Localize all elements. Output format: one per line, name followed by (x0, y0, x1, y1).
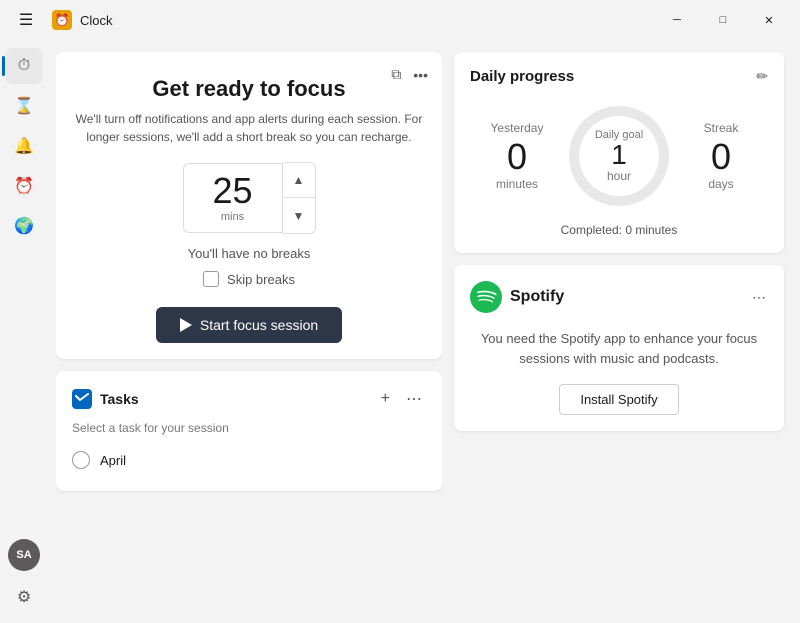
window-controls: ─ □ ✕ (654, 4, 792, 36)
timer-display: 25 mins (183, 163, 283, 233)
streak-unit: days (674, 177, 768, 191)
maximize-button[interactable]: □ (700, 4, 746, 36)
sidebar: ⏱ ⌛ 🔔 ⏰ 🌍 SA ⚙ (0, 40, 48, 623)
progress-title: Daily progress (470, 68, 574, 85)
select-task-label: Select a task for your session (72, 421, 426, 435)
content-area: ⧉ ••• Get ready to focus We'll turn off … (48, 40, 800, 623)
task-name: April (100, 453, 126, 468)
skip-breaks-checkbox[interactable] (203, 271, 219, 287)
hamburger-icon: ☰ (19, 10, 33, 30)
tasks-header: Tasks + ⋯ (72, 387, 426, 411)
install-spotify-button[interactable]: Install Spotify (559, 384, 678, 415)
timer-unit: mins (221, 211, 244, 223)
avatar[interactable]: SA (8, 539, 40, 571)
hourglass-icon: ⌛ (14, 96, 34, 116)
timer-controls: ▲ ▼ (283, 162, 316, 234)
spotify-logo (470, 281, 502, 313)
spotify-card: Spotify ⋯ You need the Spotify app to en… (454, 265, 784, 431)
start-focus-button[interactable]: Start focus session (156, 307, 342, 343)
minimize-button[interactable]: ─ (654, 4, 700, 36)
spotify-brand: Spotify (470, 281, 564, 313)
bell-icon: 🔔 (14, 136, 34, 156)
sidebar-item-hourglass[interactable]: ⌛ (6, 88, 42, 124)
pip-icon[interactable]: ⧉ (389, 64, 403, 85)
donut-center: Daily goal 1 hour (595, 129, 643, 183)
streak-value: 0 (674, 139, 768, 175)
more-icon[interactable]: ••• (411, 65, 430, 85)
streak-stat: Streak 0 days (674, 121, 768, 191)
settings-button[interactable]: ⚙ (6, 579, 42, 615)
focus-description: We'll turn off notifications and app ale… (72, 110, 426, 146)
focus-card: ⧉ ••• Get ready to focus We'll turn off … (56, 52, 442, 359)
daily-goal-donut: Daily goal 1 hour (564, 101, 674, 211)
tasks-card: Tasks + ⋯ Select a task for your session… (56, 371, 442, 491)
sidebar-item-clock[interactable]: ⏰ (6, 168, 42, 204)
app-icon: ⏰ (52, 10, 72, 30)
timer-decrement-button[interactable]: ▼ (283, 198, 315, 233)
stats-row: Yesterday 0 minutes Daily goal 1 hour (470, 101, 768, 211)
focus-title: Get ready to focus (72, 76, 426, 102)
task-radio[interactable] (72, 451, 90, 469)
yesterday-label: Yesterday (470, 121, 564, 135)
streak-label: Streak (674, 121, 768, 135)
yesterday-unit: minutes (470, 177, 564, 191)
sidebar-item-world[interactable]: 🌍 (6, 208, 42, 244)
close-button[interactable]: ✕ (746, 4, 792, 36)
spotify-description: You need the Spotify app to enhance your… (470, 329, 768, 368)
left-panel: ⧉ ••• Get ready to focus We'll turn off … (56, 52, 442, 611)
app-title: Clock (80, 13, 113, 28)
app-body: ⏱ ⌛ 🔔 ⏰ 🌍 SA ⚙ ⧉ ••• G (0, 40, 800, 623)
clock-icon: ⏰ (14, 176, 34, 196)
breaks-text: You'll have no breaks (72, 246, 426, 261)
timer-increment-button[interactable]: ▲ (283, 163, 315, 198)
play-icon (180, 318, 192, 332)
gear-icon: ⚙ (17, 587, 31, 607)
focus-card-icons: ⧉ ••• (389, 64, 430, 85)
start-button-label: Start focus session (200, 317, 318, 333)
progress-header: Daily progress ✏ (470, 68, 768, 85)
globe-icon: 🌍 (14, 216, 34, 236)
skip-breaks-row: Skip breaks (72, 271, 426, 287)
yesterday-stat: Yesterday 0 minutes (470, 121, 564, 191)
daily-progress-card: Daily progress ✏ Yesterday 0 minutes (454, 52, 784, 253)
right-panel: Daily progress ✏ Yesterday 0 minutes (454, 52, 784, 611)
spotify-header: Spotify ⋯ (470, 281, 768, 313)
skip-breaks-label[interactable]: Skip breaks (227, 272, 295, 287)
goal-value: 1 (595, 141, 643, 169)
titlebar: ☰ ⏰ Clock ─ □ ✕ (0, 0, 800, 40)
add-task-button[interactable]: + (377, 388, 394, 410)
completed-text: Completed: 0 minutes (470, 223, 768, 237)
goal-unit: hour (595, 169, 643, 183)
tasks-more-button[interactable]: ⋯ (402, 387, 426, 411)
hamburger-button[interactable]: ☰ (8, 4, 44, 36)
edit-icon[interactable]: ✏ (756, 68, 768, 85)
sidebar-item-timer[interactable]: ⏱ (6, 48, 42, 84)
sidebar-item-alarm[interactable]: 🔔 (6, 128, 42, 164)
task-item: April (72, 445, 426, 475)
timer-value: 25 (212, 173, 252, 209)
tasks-icon (72, 389, 92, 409)
yesterday-value: 0 (470, 139, 564, 175)
tasks-title: Tasks (100, 391, 369, 407)
spotify-name: Spotify (510, 288, 564, 306)
timer-stepper: 25 mins ▲ ▼ (72, 162, 426, 234)
timer-icon: ⏱ (18, 57, 30, 75)
spotify-more-button[interactable]: ⋯ (750, 287, 768, 308)
